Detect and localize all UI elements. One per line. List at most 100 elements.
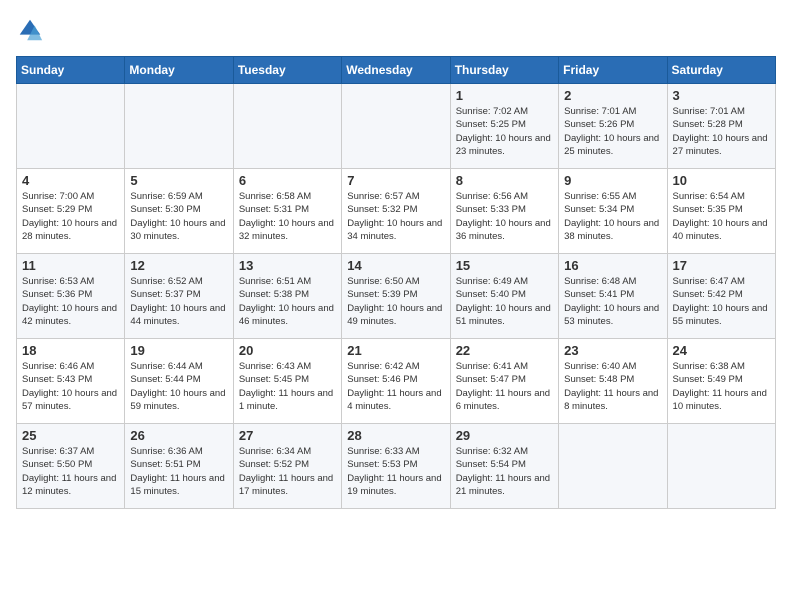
- calendar-cell: 24 Sunrise: 6:38 AMSunset: 5:49 PMDayligh…: [667, 339, 775, 424]
- logo: [16, 16, 48, 44]
- calendar-cell: [233, 84, 341, 169]
- header: [16, 16, 776, 44]
- day-detail: Sunrise: 6:42 AMSunset: 5:46 PMDaylight:…: [347, 360, 444, 413]
- day-number: 18: [22, 343, 119, 358]
- calendar-cell: 21 Sunrise: 6:42 AMSunset: 5:46 PMDayligh…: [342, 339, 450, 424]
- calendar-cell: 7 Sunrise: 6:57 AMSunset: 5:32 PMDaylight…: [342, 169, 450, 254]
- day-number: 7: [347, 173, 444, 188]
- day-detail: Sunrise: 7:01 AMSunset: 5:26 PMDaylight:…: [564, 105, 661, 158]
- day-number: 8: [456, 173, 553, 188]
- calendar-cell: 3 Sunrise: 7:01 AMSunset: 5:28 PMDaylight…: [667, 84, 775, 169]
- day-number: 12: [130, 258, 227, 273]
- day-number: 9: [564, 173, 661, 188]
- day-detail: Sunrise: 6:59 AMSunset: 5:30 PMDaylight:…: [130, 190, 227, 243]
- day-detail: Sunrise: 6:48 AMSunset: 5:41 PMDaylight:…: [564, 275, 661, 328]
- calendar-cell: 18 Sunrise: 6:46 AMSunset: 5:43 PMDayligh…: [17, 339, 125, 424]
- week-row-1: 1Sunrise: 7:02 AMSunset: 5:25 PMDaylight…: [17, 84, 776, 169]
- day-number: 5: [130, 173, 227, 188]
- day-number: 27: [239, 428, 336, 443]
- weekday-header-sunday: Sunday: [17, 57, 125, 84]
- calendar-cell: 25Sunrise: 6:37 AMSunset: 5:50 PMDayligh…: [17, 424, 125, 509]
- day-detail: Sunrise: 6:40 AMSunset: 5:48 PMDaylight:…: [564, 360, 661, 413]
- day-detail: Sunrise: 6:47 AMSunset: 5:42 PMDaylight:…: [673, 275, 770, 328]
- day-number: 23: [564, 343, 661, 358]
- calendar-cell: 15 Sunrise: 6:49 AMSunset: 5:40 PMDayligh…: [450, 254, 558, 339]
- day-number: 6: [239, 173, 336, 188]
- day-number: 19: [130, 343, 227, 358]
- day-detail: Sunrise: 6:51 AMSunset: 5:38 PMDaylight:…: [239, 275, 336, 328]
- day-number: 24: [673, 343, 770, 358]
- day-detail: Sunrise: 6:56 AMSunset: 5:33 PMDaylight:…: [456, 190, 553, 243]
- day-number: 3: [673, 88, 770, 103]
- calendar-cell: 20 Sunrise: 6:43 AMSunset: 5:45 PMDayligh…: [233, 339, 341, 424]
- day-detail: Sunrise: 6:53 AMSunset: 5:36 PMDaylight:…: [22, 275, 119, 328]
- calendar-table: SundayMondayTuesdayWednesdayThursdayFrid…: [16, 56, 776, 509]
- day-number: 4: [22, 173, 119, 188]
- calendar-cell: 28 Sunrise: 6:33 AMSunset: 5:53 PMDayligh…: [342, 424, 450, 509]
- calendar-cell: [342, 84, 450, 169]
- day-detail: Sunrise: 6:43 AMSunset: 5:45 PMDaylight:…: [239, 360, 336, 413]
- calendar-cell: 2 Sunrise: 7:01 AMSunset: 5:26 PMDaylight…: [559, 84, 667, 169]
- day-number: 22: [456, 343, 553, 358]
- calendar-cell: [125, 84, 233, 169]
- day-detail: Sunrise: 6:44 AMSunset: 5:44 PMDaylight:…: [130, 360, 227, 413]
- weekday-header-monday: Monday: [125, 57, 233, 84]
- calendar-cell: 19 Sunrise: 6:44 AMSunset: 5:44 PMDayligh…: [125, 339, 233, 424]
- day-detail: Sunrise: 6:55 AMSunset: 5:34 PMDaylight:…: [564, 190, 661, 243]
- calendar-cell: 1Sunrise: 7:02 AMSunset: 5:25 PMDaylight…: [450, 84, 558, 169]
- calendar-cell: 4 Sunrise: 7:00 AMSunset: 5:29 PMDaylight…: [17, 169, 125, 254]
- day-number: 29: [456, 428, 553, 443]
- day-detail: Sunrise: 6:38 AMSunset: 5:49 PMDaylight:…: [673, 360, 770, 413]
- day-detail: Sunrise: 6:36 AMSunset: 5:51 PMDaylight:…: [130, 445, 227, 498]
- day-number: 16: [564, 258, 661, 273]
- week-row-2: 4 Sunrise: 7:00 AMSunset: 5:29 PMDaylight…: [17, 169, 776, 254]
- calendar-cell: 9 Sunrise: 6:55 AMSunset: 5:34 PMDaylight…: [559, 169, 667, 254]
- day-detail: Sunrise: 7:02 AMSunset: 5:25 PMDaylight:…: [456, 105, 553, 158]
- calendar-cell: 13 Sunrise: 6:51 AMSunset: 5:38 PMDayligh…: [233, 254, 341, 339]
- day-number: 21: [347, 343, 444, 358]
- day-number: 26: [130, 428, 227, 443]
- day-detail: Sunrise: 6:41 AMSunset: 5:47 PMDaylight:…: [456, 360, 553, 413]
- week-row-4: 18 Sunrise: 6:46 AMSunset: 5:43 PMDayligh…: [17, 339, 776, 424]
- calendar-cell: 10 Sunrise: 6:54 AMSunset: 5:35 PMDayligh…: [667, 169, 775, 254]
- day-detail: Sunrise: 6:33 AMSunset: 5:53 PMDaylight:…: [347, 445, 444, 498]
- weekday-header-friday: Friday: [559, 57, 667, 84]
- day-detail: Sunrise: 6:54 AMSunset: 5:35 PMDaylight:…: [673, 190, 770, 243]
- week-row-3: 11 Sunrise: 6:53 AMSunset: 5:36 PMDayligh…: [17, 254, 776, 339]
- day-detail: Sunrise: 6:50 AMSunset: 5:39 PMDaylight:…: [347, 275, 444, 328]
- day-detail: Sunrise: 7:01 AMSunset: 5:28 PMDaylight:…: [673, 105, 770, 158]
- day-number: 11: [22, 258, 119, 273]
- week-row-5: 25Sunrise: 6:37 AMSunset: 5:50 PMDayligh…: [17, 424, 776, 509]
- day-number: 25: [22, 428, 119, 443]
- day-detail: Sunrise: 6:49 AMSunset: 5:40 PMDaylight:…: [456, 275, 553, 328]
- day-detail: Sunrise: 6:57 AMSunset: 5:32 PMDaylight:…: [347, 190, 444, 243]
- calendar-cell: 29Sunrise: 6:32 AMSunset: 5:54 PMDayligh…: [450, 424, 558, 509]
- day-detail: Sunrise: 6:34 AMSunset: 5:52 PMDaylight:…: [239, 445, 336, 498]
- calendar-cell: 26 Sunrise: 6:36 AMSunset: 5:51 PMDayligh…: [125, 424, 233, 509]
- weekday-header-thursday: Thursday: [450, 57, 558, 84]
- day-detail: Sunrise: 6:52 AMSunset: 5:37 PMDaylight:…: [130, 275, 227, 328]
- day-detail: Sunrise: 7:00 AMSunset: 5:29 PMDaylight:…: [22, 190, 119, 243]
- calendar-cell: 27 Sunrise: 6:34 AMSunset: 5:52 PMDayligh…: [233, 424, 341, 509]
- day-detail: Sunrise: 6:58 AMSunset: 5:31 PMDaylight:…: [239, 190, 336, 243]
- calendar-cell: [667, 424, 775, 509]
- calendar-cell: 8 Sunrise: 6:56 AMSunset: 5:33 PMDaylight…: [450, 169, 558, 254]
- calendar-cell: 5 Sunrise: 6:59 AMSunset: 5:30 PMDaylight…: [125, 169, 233, 254]
- calendar-cell: [559, 424, 667, 509]
- calendar-cell: 12 Sunrise: 6:52 AMSunset: 5:37 PMDayligh…: [125, 254, 233, 339]
- calendar-cell: 22 Sunrise: 6:41 AMSunset: 5:47 PMDayligh…: [450, 339, 558, 424]
- calendar-cell: 6 Sunrise: 6:58 AMSunset: 5:31 PMDaylight…: [233, 169, 341, 254]
- weekday-header-tuesday: Tuesday: [233, 57, 341, 84]
- day-number: 20: [239, 343, 336, 358]
- logo-icon: [16, 16, 44, 44]
- day-number: 2: [564, 88, 661, 103]
- day-detail: Sunrise: 6:46 AMSunset: 5:43 PMDaylight:…: [22, 360, 119, 413]
- day-number: 15: [456, 258, 553, 273]
- weekday-header-row: SundayMondayTuesdayWednesdayThursdayFrid…: [17, 57, 776, 84]
- day-number: 28: [347, 428, 444, 443]
- day-number: 10: [673, 173, 770, 188]
- calendar-cell: 14Sunrise: 6:50 AMSunset: 5:39 PMDayligh…: [342, 254, 450, 339]
- calendar-cell: 16 Sunrise: 6:48 AMSunset: 5:41 PMDayligh…: [559, 254, 667, 339]
- day-number: 13: [239, 258, 336, 273]
- calendar-cell: 17Sunrise: 6:47 AMSunset: 5:42 PMDayligh…: [667, 254, 775, 339]
